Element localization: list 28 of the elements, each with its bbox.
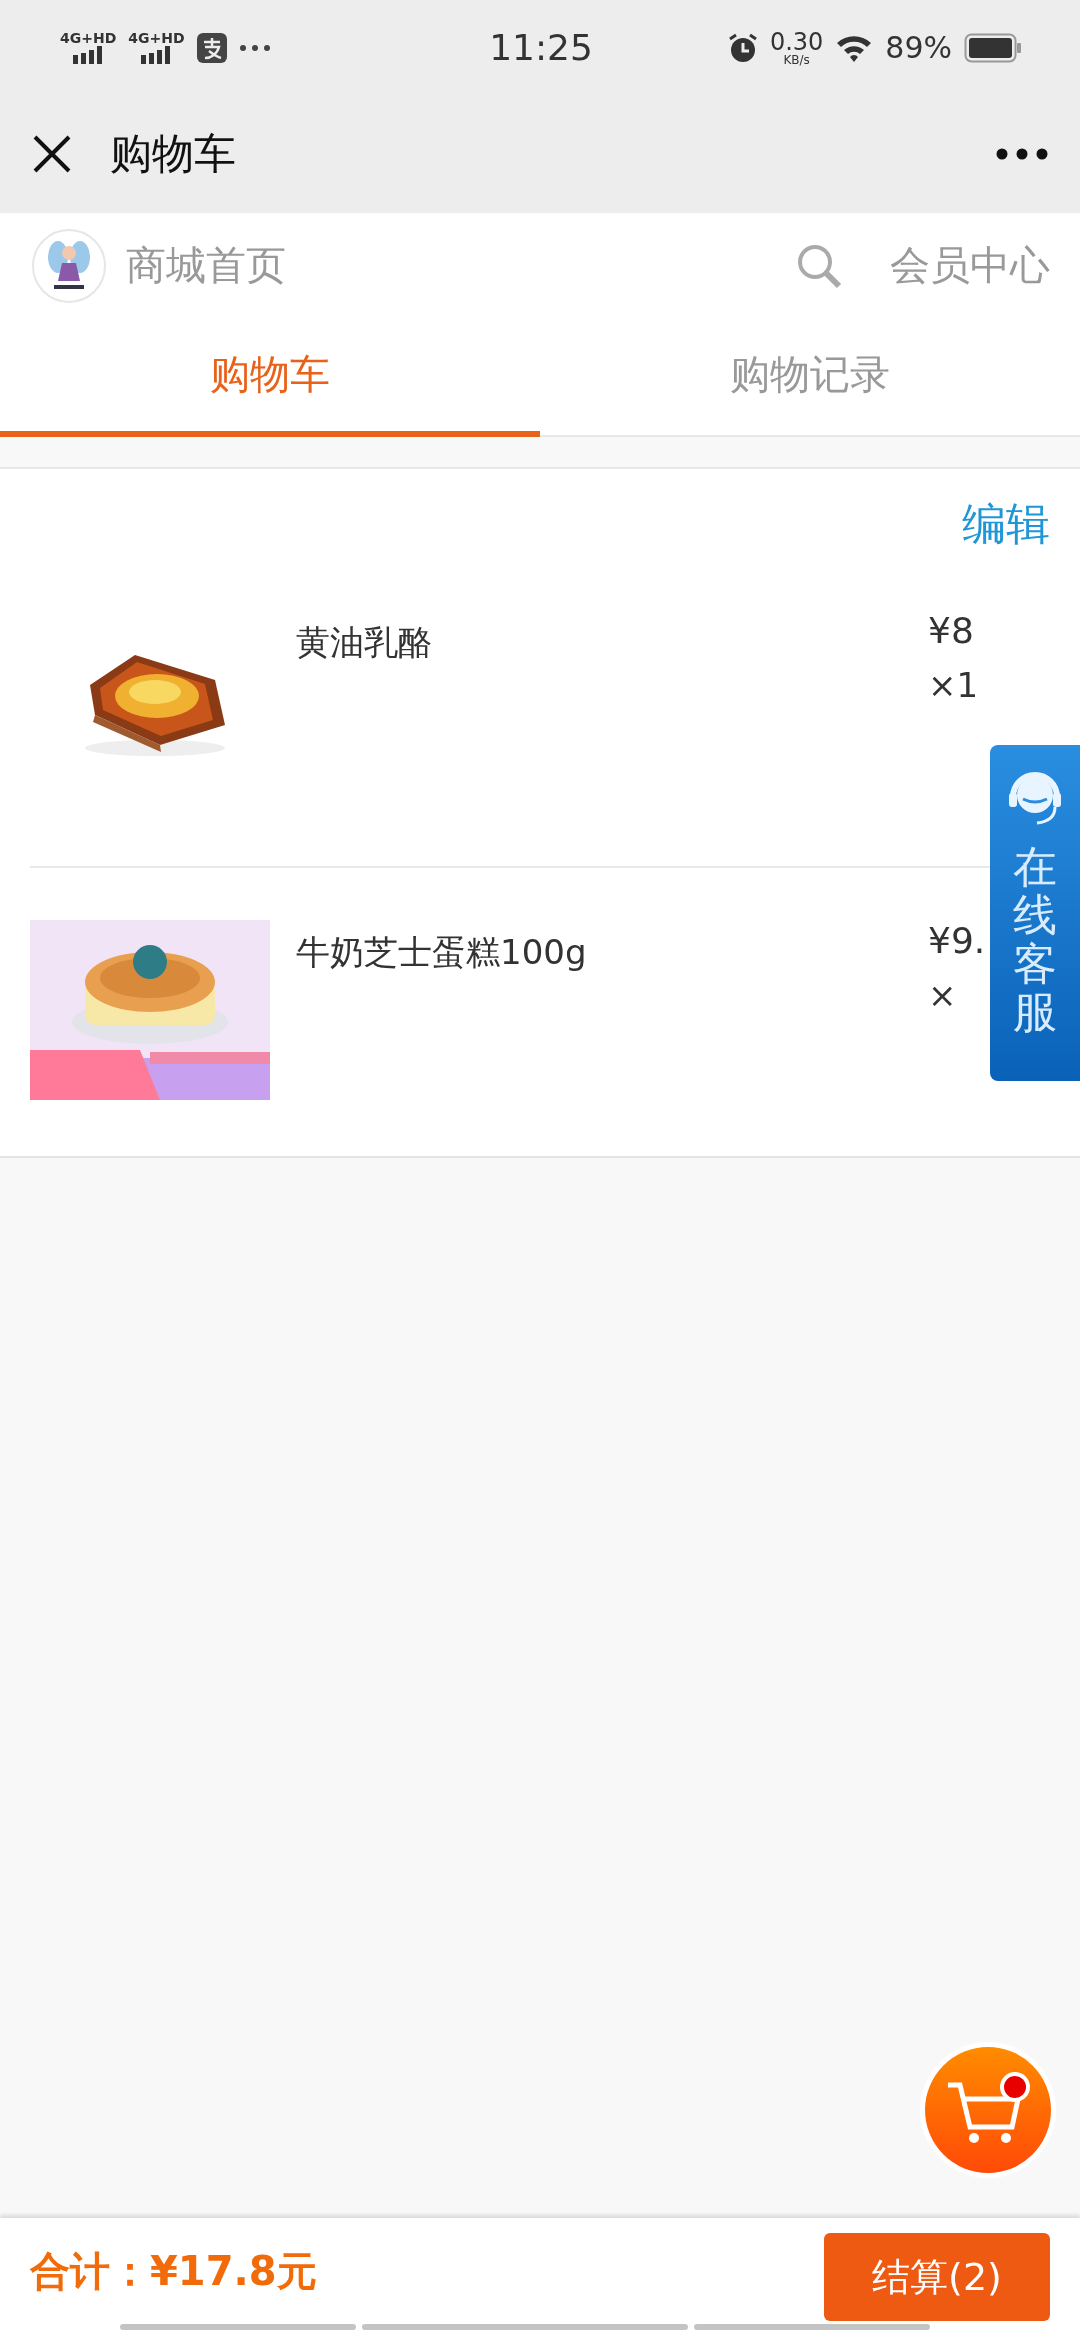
product-name: 牛奶芝士蛋糕100g: [296, 931, 588, 974]
alarm-icon: [727, 32, 758, 63]
customer-service-tab[interactable]: 在线客服: [990, 745, 1080, 1081]
close-icon[interactable]: [32, 134, 72, 174]
speed-unit: KB/s: [783, 53, 810, 66]
more-icon[interactable]: [996, 148, 1048, 160]
checkout-button[interactable]: 结算(2): [824, 2233, 1050, 2321]
more-icon: [238, 43, 271, 52]
battery-icon: [964, 32, 1022, 63]
product-quantity: ×: [928, 975, 957, 1015]
product-price: ¥9.: [928, 920, 986, 961]
cart-button[interactable]: [918, 2040, 1058, 2180]
network-label: 4G+HD: [60, 31, 117, 46]
payment-app-icon: [196, 32, 227, 63]
network-label: 4G+HD: [128, 31, 185, 46]
network-speed: 0.30: [769, 29, 824, 54]
product-name: 黄油乳酪: [296, 621, 433, 664]
clock-time: 11:25: [489, 27, 593, 68]
battery-percent: 89%: [885, 30, 952, 65]
shop-home-link[interactable]: 商城首页: [126, 238, 286, 293]
member-center-link[interactable]: 会员中心: [890, 238, 1050, 293]
edit-link[interactable]: 编辑: [962, 495, 1050, 554]
tab[interactable]: 购物记录: [540, 318, 1080, 437]
page-title: 购物车: [110, 128, 237, 180]
tab[interactable]: 购物车: [0, 318, 540, 437]
product-price: ¥8: [928, 610, 974, 651]
product-quantity: ×1: [928, 665, 979, 705]
cart-total: 合计：¥17.8元: [30, 2246, 317, 2296]
